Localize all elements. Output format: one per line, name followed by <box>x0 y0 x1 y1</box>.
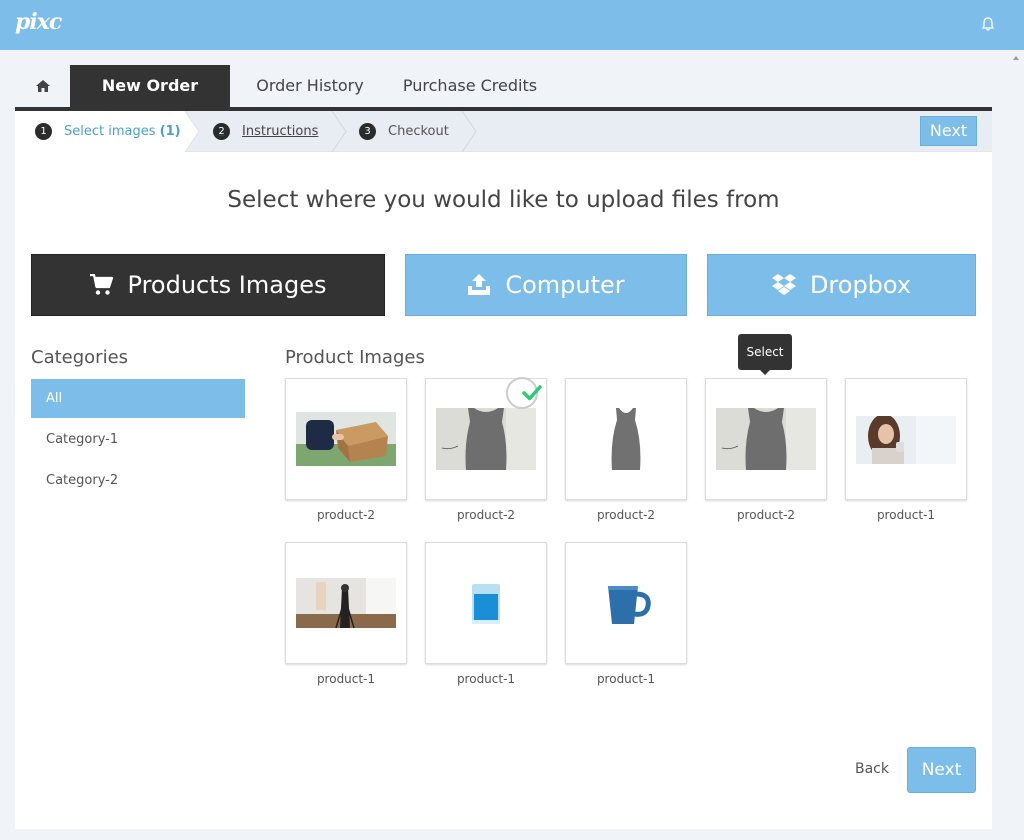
tab-order-history[interactable]: Order History <box>240 65 380 107</box>
category-2[interactable]: Category-2 <box>31 461 245 500</box>
check-icon <box>522 385 542 401</box>
product-label: product-2 <box>736 508 796 522</box>
next-button[interactable]: Next <box>907 747 976 793</box>
product-label: product-2 <box>316 508 376 522</box>
order-panel: 1 Select images (1) 2 Instructions 3 Che… <box>15 111 992 829</box>
category-1[interactable]: Category-1 <box>31 420 245 459</box>
product-thumbnail <box>436 578 536 630</box>
step-chevron <box>461 111 477 152</box>
categories-title: Categories <box>31 347 129 368</box>
product-card[interactable] <box>565 378 687 500</box>
product-card[interactable] <box>565 542 687 664</box>
step-select-images[interactable]: 1 Select images (1) <box>35 111 181 152</box>
tab-home[interactable] <box>15 65 70 107</box>
back-button[interactable]: Back <box>855 761 889 777</box>
product-card-selected[interactable] <box>425 377 547 500</box>
top-bar: pixc <box>0 0 1024 50</box>
step-number: 1 <box>35 123 52 140</box>
products-images-button[interactable]: Products Images <box>31 254 385 316</box>
product-thumbnail <box>436 408 536 470</box>
source-label: Dropbox <box>809 271 912 299</box>
step-label: Select images <box>64 124 156 139</box>
home-icon <box>35 80 50 92</box>
product-label: product-1 <box>876 508 936 522</box>
product-card[interactable] <box>425 542 547 664</box>
product-thumbnail <box>296 578 396 628</box>
product-card[interactable] <box>285 542 407 664</box>
product-label: product-1 <box>596 672 656 686</box>
selected-check <box>506 377 542 409</box>
dropbox-button[interactable]: Dropbox <box>707 254 976 316</box>
step-count: (1) <box>159 124 181 139</box>
select-tooltip: Select <box>738 334 792 370</box>
computer-upload-button[interactable]: Computer <box>405 254 687 316</box>
step-label: Instructions <box>242 124 319 139</box>
product-card[interactable] <box>845 378 967 500</box>
product-label: product-1 <box>316 672 376 686</box>
tab-new-order[interactable]: New Order <box>70 65 230 107</box>
product-images-title: Product Images <box>285 347 425 368</box>
stepbar-next-button[interactable]: Next <box>920 116 977 146</box>
main-tabs: New Order Order History Purchase Credits <box>15 65 992 111</box>
source-label: Computer <box>505 271 625 299</box>
product-label: product-1 <box>456 672 516 686</box>
product-thumbnail <box>296 412 396 466</box>
tooltip-arrow <box>760 370 770 375</box>
cart-icon <box>89 274 113 295</box>
product-thumbnail <box>716 408 816 470</box>
upload-source-heading: Select where you would like to upload fi… <box>227 187 780 213</box>
step-number: 3 <box>359 123 376 140</box>
app-logo[interactable]: pixc <box>15 9 62 35</box>
step-checkout[interactable]: 3 Checkout <box>359 111 449 152</box>
product-label: product-2 <box>596 508 656 522</box>
source-label: Products Images <box>127 271 327 299</box>
bell-icon[interactable] <box>980 16 996 32</box>
dropbox-icon <box>771 274 796 295</box>
step-chevron <box>331 111 347 152</box>
step-chevron <box>183 111 200 152</box>
tab-purchase-credits[interactable]: Purchase Credits <box>395 65 545 107</box>
product-thumbnail <box>576 408 676 470</box>
step-label: Checkout <box>388 124 449 139</box>
category-all[interactable]: All <box>31 379 245 418</box>
product-card[interactable] <box>285 378 407 500</box>
product-thumbnail <box>856 416 956 464</box>
product-label: product-2 <box>456 508 516 522</box>
product-card-hovered[interactable] <box>705 378 827 500</box>
product-thumbnail <box>576 572 676 634</box>
step-progress-bar: 1 Select images (1) 2 Instructions 3 Che… <box>15 111 992 152</box>
upload-icon <box>468 274 491 295</box>
step-instructions[interactable]: 2 Instructions <box>213 111 318 152</box>
scrollbar-up-arrow[interactable] <box>1013 56 1019 60</box>
step-number: 2 <box>213 123 230 140</box>
